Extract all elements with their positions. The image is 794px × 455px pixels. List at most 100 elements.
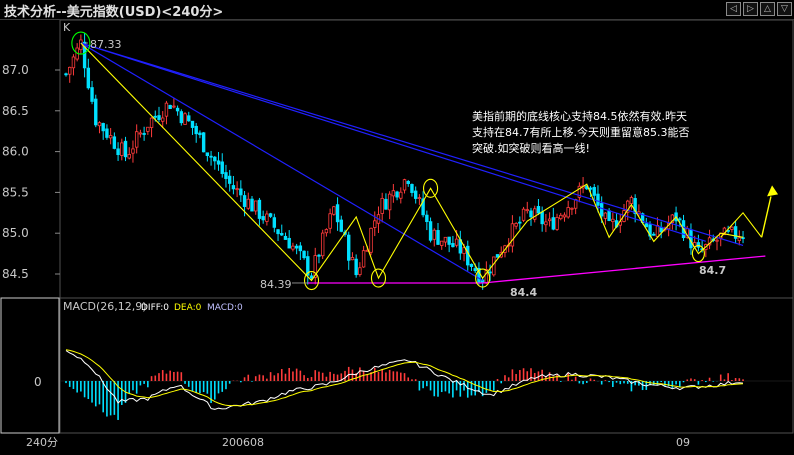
candle-body <box>402 179 407 191</box>
candle-body <box>440 240 444 246</box>
candle-body <box>220 161 224 174</box>
candle-body <box>291 245 295 250</box>
candle-body <box>469 263 474 267</box>
info-box <box>0 297 60 434</box>
macd-diff-label: DIFF:0 <box>141 303 169 313</box>
candle-body <box>324 229 329 234</box>
candle-body <box>529 210 533 218</box>
candle-body <box>395 191 399 198</box>
candle-body <box>268 213 273 217</box>
candle-body <box>510 223 515 247</box>
candle-body <box>417 197 422 200</box>
candle-body <box>209 155 213 158</box>
candle-body <box>265 213 269 222</box>
candle-body <box>473 268 477 272</box>
candle-body <box>190 120 195 128</box>
candle-body <box>413 190 418 199</box>
candle-body <box>172 105 176 108</box>
candle-body <box>216 160 221 165</box>
candle-body <box>213 156 217 162</box>
candle-body <box>611 218 615 223</box>
candle-body <box>607 210 611 221</box>
price-tick-label: 84.5 <box>2 267 29 281</box>
price-axis: 87.0 86.5 86.0 85.5 85.0 84.5 <box>2 63 60 281</box>
candle-body <box>428 221 433 241</box>
candle-body <box>737 237 742 241</box>
candle-body <box>596 193 600 206</box>
candle-body <box>525 209 529 212</box>
candle-body <box>142 133 146 135</box>
candle-body <box>369 227 373 253</box>
candle-body <box>488 271 492 274</box>
next-icon[interactable]: ▷ <box>743 2 758 16</box>
candle-body <box>272 217 277 228</box>
candle-body <box>254 200 258 212</box>
candle-body <box>224 172 228 179</box>
wave-projection <box>720 211 763 238</box>
candle-body <box>261 216 265 221</box>
trendline-blue-lower <box>80 42 483 282</box>
candle-body <box>715 239 719 242</box>
high-label: 87.33 <box>90 38 122 51</box>
candle-body <box>105 128 109 138</box>
price-panel-frame <box>59 20 794 299</box>
candle-body <box>246 198 250 209</box>
candle-body <box>592 187 596 196</box>
candle-body <box>198 132 202 136</box>
candle-body <box>536 206 541 214</box>
candle-body <box>384 198 388 210</box>
date-label-09: 09 <box>676 436 690 449</box>
candle-body <box>544 221 548 226</box>
candle-body <box>387 193 392 211</box>
down-icon[interactable]: ▽ <box>777 2 792 16</box>
up-icon[interactable]: △ <box>760 2 775 16</box>
candle-body <box>161 117 165 122</box>
candle-body <box>298 245 303 252</box>
comment-line-1: 美指前期的底线核心支持84.5依然有效.昨天 <box>472 109 687 123</box>
candle-body <box>566 207 570 218</box>
candle-body <box>559 214 563 220</box>
candle-body <box>354 258 358 276</box>
candle-body <box>380 197 384 214</box>
candle-body <box>187 115 191 122</box>
candle-body <box>678 218 682 221</box>
candle-body <box>358 267 362 275</box>
candle-body <box>399 191 403 199</box>
candle-body <box>555 217 559 230</box>
candle-body <box>97 122 102 127</box>
period-label: 240分 <box>26 436 58 449</box>
candle-body <box>570 207 574 210</box>
candle-body <box>257 199 262 219</box>
candle-body <box>443 236 448 243</box>
candle-body <box>280 233 284 236</box>
trendline-blue-mid <box>80 42 707 242</box>
candle-body <box>112 136 117 149</box>
technical-chart[interactable]: K 87.0 86.5 86.0 85.5 85.0 84.5 87.33 84.39 8… <box>0 20 794 455</box>
candle-body <box>730 226 734 230</box>
candle-body <box>68 66 72 75</box>
candle-body <box>71 56 76 69</box>
candle-body <box>588 187 593 190</box>
candle-body <box>436 230 440 245</box>
price-tick-label: 87.0 <box>2 63 29 77</box>
candle-body <box>287 237 291 249</box>
candle-body <box>231 185 236 190</box>
prev-icon[interactable]: ◁ <box>726 2 741 16</box>
trendline-blue-upper <box>80 42 744 247</box>
candle-body <box>250 198 254 212</box>
candle-body <box>183 113 187 125</box>
candle-body <box>332 206 336 215</box>
title-bar: 技术分析--美元指数(USD)<240分> ◁ ▷ △ ▽ <box>0 0 794 20</box>
candle-body <box>205 152 210 156</box>
candle-body <box>201 132 206 153</box>
macd-indicator-label: MACD(26,12,9) <box>63 300 147 313</box>
candle-body <box>655 224 660 237</box>
candle-body <box>425 214 429 223</box>
candle-body <box>227 175 232 184</box>
comment-line-2: 支持在84.7有所上移.今天则重留意85.3能否 <box>472 125 689 139</box>
candle-body <box>547 218 552 222</box>
candle-body <box>108 135 113 139</box>
date-label-200608: 200608 <box>222 436 264 449</box>
candle-body <box>551 217 556 230</box>
candle-body <box>294 245 299 249</box>
